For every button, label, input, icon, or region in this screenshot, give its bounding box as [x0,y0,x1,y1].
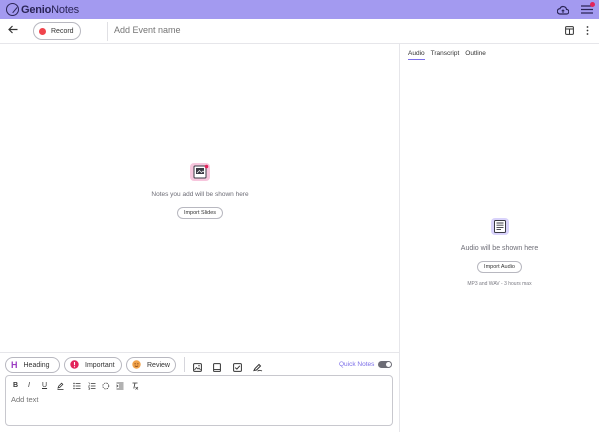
record-button[interactable]: Record [33,22,81,40]
dashed-list-icon[interactable] [102,382,110,392]
genio-notes-app: GenioNotes Record Add Event name Notes y… [0,0,599,432]
more-options-icon[interactable] [586,26,589,35]
important-icon [70,359,79,371]
import-audio-button[interactable]: Import Audio [477,261,522,273]
cloud-sync-icon[interactable] [557,5,569,15]
event-name-input[interactable] [114,25,414,35]
app-bar: GenioNotes [0,0,599,19]
import-slides-button[interactable]: Import Slides [176,207,224,219]
bullet-list-icon[interactable] [73,382,81,392]
underline-button[interactable]: U [42,382,47,389]
tab-transcript[interactable]: Transcript [431,50,460,60]
event-toolbar: Record [0,19,599,44]
record-dot-icon [39,27,46,35]
clear-format-icon[interactable] [131,382,139,392]
review-icon [132,359,141,371]
quickbar-divider [184,357,185,372]
numbered-list-icon[interactable] [88,382,96,392]
slides-icon [189,162,211,187]
notes-empty-message: Notes you add will be shown here [151,191,249,198]
review-chip[interactable]: Review [126,357,176,373]
quick-notes-toggle[interactable] [378,361,392,368]
notification-dot [590,2,595,7]
back-arrow-icon[interactable] [8,25,18,34]
layout-panel-icon[interactable] [565,26,574,35]
toolbar-divider [107,22,108,41]
logo-icon [6,3,19,16]
bold-button[interactable]: B [13,382,18,389]
note-editor: B I U [5,375,393,426]
app-logo[interactable]: GenioNotes [6,3,79,16]
heading-icon: H [11,359,18,370]
italic-button[interactable]: I [28,382,30,389]
note-quickbar: H Heading Important Review Quick Notes [0,352,399,374]
audio-file-icon [490,217,510,241]
record-label: Record [51,27,74,35]
notes-empty-state: Notes you add will be shown here Import … [0,162,400,219]
note-text-input[interactable] [11,395,381,404]
audio-format-hint: MP3 and WAV - 3 hours max [467,281,532,287]
indent-icon[interactable] [116,382,124,392]
notes-area[interactable]: Notes you add will be shown here Import … [0,44,400,352]
tab-outline[interactable]: Outline [465,50,486,60]
logo-text: GenioNotes [21,3,79,16]
quick-notes-label: Quick Notes [339,361,375,368]
media-tabs: Audio Transcript Outline [408,50,486,60]
heading-chip[interactable]: H Heading [5,357,60,373]
tab-audio[interactable]: Audio [408,50,425,60]
menu-icon[interactable] [581,2,595,14]
audio-empty-state: Audio will be shown here Import Audio MP… [400,217,599,287]
media-panel: Audio Transcript Outline Audio will be s… [400,44,599,432]
important-chip[interactable]: Important [64,357,122,373]
highlight-icon[interactable] [57,382,64,392]
audio-empty-message: Audio will be shown here [460,245,539,252]
